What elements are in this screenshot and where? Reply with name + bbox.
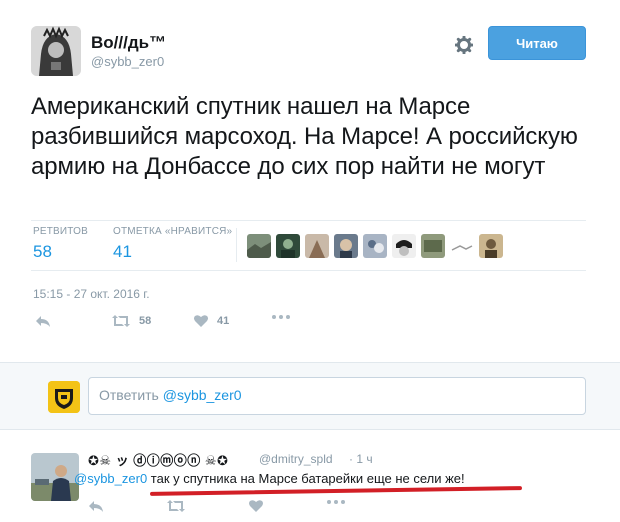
gear-icon[interactable] (454, 35, 474, 55)
more-action[interactable] (271, 314, 291, 320)
liker-avatars (247, 234, 503, 258)
divider (31, 270, 586, 271)
retweet-count: 58 (139, 315, 152, 327)
more-icon (272, 315, 290, 319)
comment-like-action[interactable] (248, 499, 264, 513)
liker-avatar[interactable] (421, 234, 445, 258)
tweet-card: Во///дь™ @sybb_zer0 Читаю Американский с… (0, 0, 620, 355)
tweet-text: Американский спутник нашел на Марсе разб… (31, 93, 578, 180)
red-underline (149, 486, 523, 496)
commenter-avatar[interactable] (31, 453, 79, 501)
liker-avatar[interactable] (363, 234, 387, 258)
reply-icon (89, 501, 103, 512)
commenter-name[interactable]: ✪☠ ッ ⓓⓘⓜⓞⓝ ☠✪ (88, 450, 228, 469)
comment-time[interactable]: · 1 ч (349, 452, 373, 466)
reply-prompt: Ответить (99, 387, 163, 403)
likes-label: ОТМЕТКА «НРАВИТСЯ» (113, 226, 233, 237)
reply-input[interactable]: Ответить @sybb_zer0 (88, 377, 586, 415)
reply-icon (36, 316, 50, 327)
likes-stat[interactable]: ОТМЕТКА «НРАВИТСЯ» 41 (113, 226, 232, 262)
tweet-actions: 58 41 (35, 314, 335, 334)
liker-avatar[interactable] (450, 234, 474, 258)
comment-more-action[interactable] (326, 499, 346, 505)
reply-action[interactable] (35, 314, 51, 328)
liker-avatar[interactable] (479, 234, 503, 258)
stat-separator (236, 228, 237, 262)
reply-mention: @sybb_zer0 (162, 387, 242, 403)
retweet-icon (167, 500, 185, 512)
heart-icon (249, 500, 263, 512)
liker-avatar[interactable] (392, 234, 416, 258)
like-count: 41 (217, 315, 230, 327)
comment-body: так у спутника на Марсе батарейки еще не… (147, 471, 465, 486)
more-icon (327, 500, 345, 504)
retweets-count: 58 (33, 242, 52, 261)
retweets-stat[interactable]: РЕТВИТОВ 58 (33, 226, 88, 262)
liker-avatar[interactable] (305, 234, 329, 258)
liker-avatar[interactable] (334, 234, 358, 258)
comment-text: @sybb_zer0 так у спутника на Марсе батар… (74, 471, 465, 486)
likes-count: 41 (113, 242, 132, 261)
commenter-handle[interactable]: @dmitry_spld (259, 452, 333, 466)
author-name[interactable]: Во///дь™ (91, 33, 166, 53)
current-user-avatar (48, 381, 80, 413)
reply-area: Ответить @sybb_zer0 (0, 362, 620, 430)
retweet-action[interactable]: 58 (111, 314, 151, 328)
heart-icon (194, 315, 208, 327)
like-action[interactable]: 41 (193, 314, 229, 328)
divider (31, 220, 586, 221)
author-handle[interactable]: @sybb_zer0 (91, 54, 164, 69)
liker-avatar[interactable] (247, 234, 271, 258)
comment-actions (88, 499, 388, 517)
comment-reply-action[interactable] (88, 499, 104, 513)
follow-button[interactable]: Читаю (488, 26, 586, 60)
author-avatar[interactable] (31, 26, 81, 76)
comment-retweet-action[interactable] (166, 499, 186, 513)
retweets-label: РЕТВИТОВ (33, 226, 89, 237)
retweet-icon (112, 315, 130, 327)
liker-avatar[interactable] (276, 234, 300, 258)
comment-mention[interactable]: @sybb_zer0 (74, 471, 147, 486)
tweet-timestamp[interactable]: 15:15 - 27 окт. 2016 г. (33, 287, 150, 301)
reply-tweet: ✪☠ ッ ⓓⓘⓜⓞⓝ ☠✪ @dmitry_spld · 1 ч @sybb_z… (0, 431, 620, 522)
